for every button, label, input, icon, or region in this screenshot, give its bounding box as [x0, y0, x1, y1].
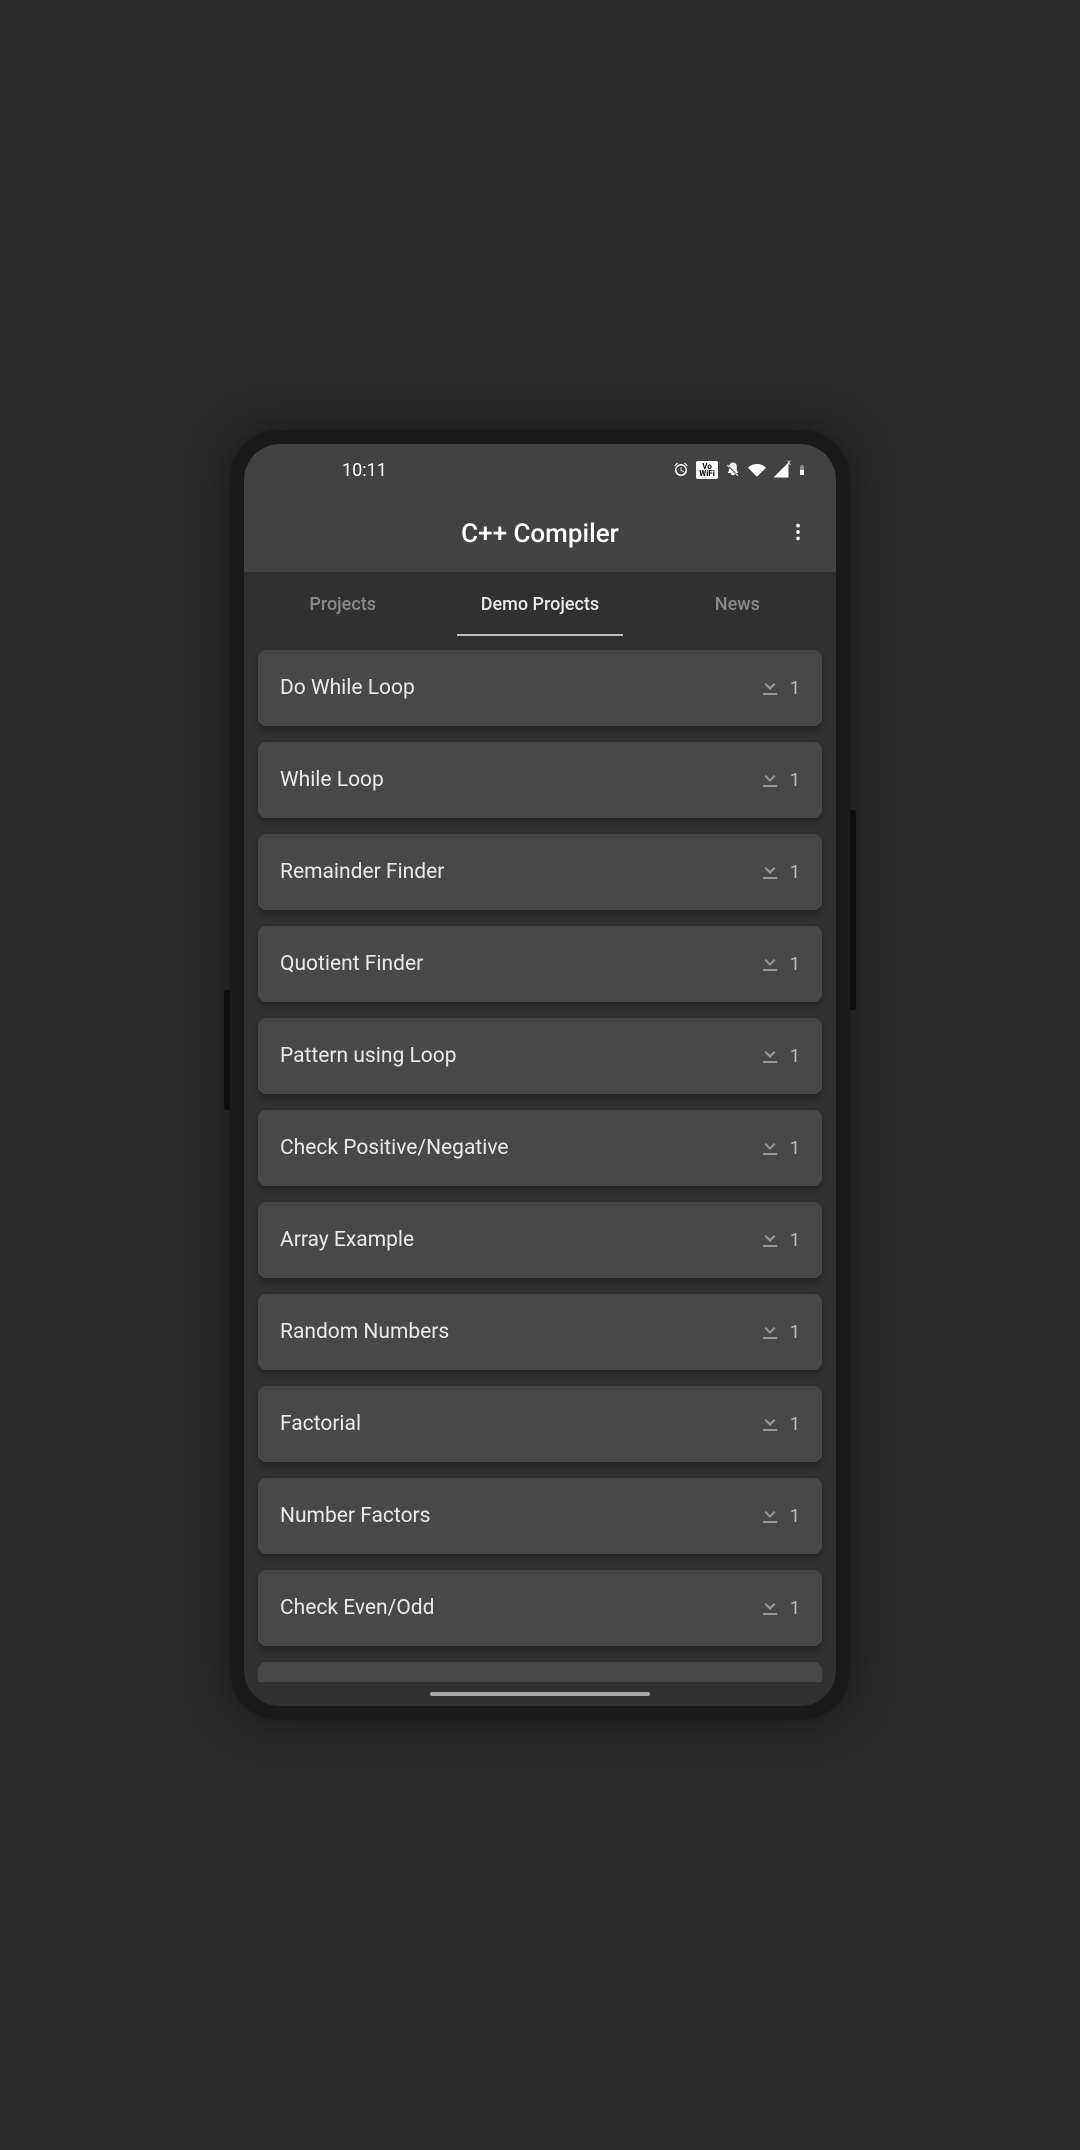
- tab-label: News: [715, 594, 760, 615]
- list-item[interactable]: Factorial 1: [258, 1386, 822, 1462]
- list-item[interactable]: Random Numbers 1: [258, 1294, 822, 1370]
- item-count: 1: [790, 862, 800, 883]
- app-bar: C++ Compiler: [244, 496, 836, 572]
- list-item[interactable]: Array Example 1: [258, 1202, 822, 1278]
- download-icon: [758, 1226, 782, 1254]
- nav-bar: [244, 1682, 836, 1706]
- mute-icon: [724, 461, 742, 479]
- status-icons: VoWiFi x: [672, 461, 808, 479]
- item-meta: 1: [758, 674, 800, 702]
- download-icon: [758, 1594, 782, 1622]
- download-icon: [758, 1502, 782, 1530]
- tab-label: Projects: [309, 594, 376, 615]
- item-meta: 1: [758, 1502, 800, 1530]
- phone-screen: 10:11 VoWiFi x: [244, 444, 836, 1706]
- item-label: Number Factors: [280, 1504, 758, 1528]
- item-count: 1: [790, 1230, 800, 1251]
- item-count: 1: [790, 1598, 800, 1619]
- tab-label: Demo Projects: [481, 594, 599, 615]
- item-label: Remainder Finder: [280, 860, 758, 884]
- list-item[interactable]: Check Positive/Negative 1: [258, 1110, 822, 1186]
- item-count: 1: [790, 1046, 800, 1067]
- item-count: 1: [790, 770, 800, 791]
- download-icon: [758, 1042, 782, 1070]
- download-icon: [758, 1134, 782, 1162]
- item-label: Random Numbers: [280, 1320, 758, 1344]
- download-icon: [758, 950, 782, 978]
- item-meta: 1: [758, 766, 800, 794]
- item-count: 1: [790, 954, 800, 975]
- item-label: While Loop: [280, 768, 758, 792]
- list-item[interactable]: Pattern using Loop 1: [258, 1018, 822, 1094]
- download-icon: [758, 674, 782, 702]
- tab-news[interactable]: News: [639, 572, 836, 636]
- item-meta: 1: [758, 950, 800, 978]
- item-label: Check Positive/Negative: [280, 1136, 758, 1160]
- vowifi-icon: VoWiFi: [696, 461, 718, 479]
- item-meta: 1: [758, 1042, 800, 1070]
- item-count: 1: [790, 1322, 800, 1343]
- item-label: Array Example: [280, 1228, 758, 1252]
- list-item[interactable]: Quotient Finder 1: [258, 926, 822, 1002]
- more-button[interactable]: [778, 514, 818, 554]
- list-item[interactable]: While Loop 1: [258, 742, 822, 818]
- list-item[interactable]: Remainder Finder 1: [258, 834, 822, 910]
- wifi-icon: [748, 461, 766, 479]
- nav-handle[interactable]: [430, 1692, 650, 1696]
- download-icon: [758, 858, 782, 886]
- tab-demo-projects[interactable]: Demo Projects: [441, 572, 638, 636]
- download-icon: [758, 766, 782, 794]
- signal-icon: x: [772, 461, 790, 479]
- download-icon: [758, 1410, 782, 1438]
- item-meta: 1: [758, 1318, 800, 1346]
- status-bar: 10:11 VoWiFi x: [244, 444, 836, 496]
- status-time: 10:11: [342, 460, 387, 481]
- item-label: Check Even/Odd: [280, 1596, 758, 1620]
- list-item[interactable]: Check Even/Odd 1: [258, 1570, 822, 1646]
- list-item[interactable]: Number Factors 1: [258, 1478, 822, 1554]
- item-meta: 1: [758, 1134, 800, 1162]
- item-meta: 1: [758, 858, 800, 886]
- item-meta: 1: [758, 1594, 800, 1622]
- item-count: 1: [790, 1414, 800, 1435]
- item-label: Pattern using Loop: [280, 1044, 758, 1068]
- phone-frame: 10:11 VoWiFi x: [230, 430, 850, 1720]
- item-meta: 1: [758, 1410, 800, 1438]
- item-count: 1: [790, 678, 800, 699]
- download-icon: [758, 1318, 782, 1346]
- list-item[interactable]: Do While Loop 1: [258, 650, 822, 726]
- item-label: Do While Loop: [280, 676, 758, 700]
- item-count: 1: [790, 1506, 800, 1527]
- item-meta: 1: [758, 1226, 800, 1254]
- more-vert-icon: [787, 521, 809, 547]
- demo-projects-list[interactable]: Do While Loop1While Loop1Remainder Finde…: [244, 636, 836, 1682]
- item-label: Quotient Finder: [280, 952, 758, 976]
- tabs: Projects Demo Projects News: [244, 572, 836, 636]
- app-title: C++ Compiler: [461, 519, 619, 549]
- alarm-icon: [672, 461, 690, 479]
- battery-icon: [796, 461, 808, 479]
- item-count: 1: [790, 1138, 800, 1159]
- item-label: Factorial: [280, 1412, 758, 1436]
- list-item[interactable]: [258, 1662, 822, 1682]
- tab-projects[interactable]: Projects: [244, 572, 441, 636]
